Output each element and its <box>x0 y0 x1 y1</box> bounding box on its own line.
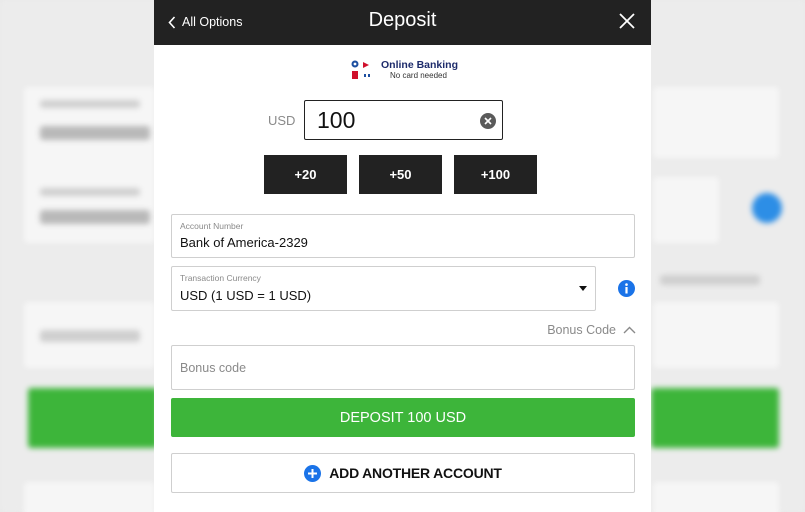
bonus-code-toggle[interactable]: Bonus Code <box>547 323 636 337</box>
bonus-code-input[interactable] <box>171 345 635 390</box>
amount-field <box>304 100 503 140</box>
transaction-currency-select[interactable]: Transaction Currency USD (1 USD = 1 USD) <box>171 266 596 311</box>
quick-amount-100-button[interactable]: +100 <box>454 155 537 194</box>
info-icon[interactable] <box>618 280 635 297</box>
account-number-field[interactable]: Account Number Bank of America-2329 <box>171 214 635 258</box>
transaction-currency-value: USD (1 USD = 1 USD) <box>180 288 312 303</box>
close-icon[interactable] <box>617 11 637 31</box>
deposit-modal: All Options Deposit Online Banking No ca… <box>154 0 651 512</box>
amount-currency-label: USD <box>268 113 296 128</box>
modal-header: All Options Deposit <box>154 0 651 45</box>
payment-method: Online Banking No card needed <box>350 58 458 82</box>
deposit-button[interactable]: DEPOSIT 100 USD <box>171 398 635 437</box>
quick-amount-50-button[interactable]: +50 <box>359 155 442 194</box>
method-name: Online Banking <box>381 58 459 71</box>
method-subtitle: No card needed <box>390 71 447 81</box>
amount-input[interactable] <box>317 105 467 135</box>
transaction-currency-label: Transaction Currency <box>180 273 261 283</box>
plus-circle-icon <box>304 464 322 482</box>
account-number-label: Account Number <box>180 221 244 231</box>
chevron-up-icon <box>623 326 636 334</box>
clear-icon[interactable] <box>480 113 496 129</box>
account-number-value: Bank of America-2329 <box>180 235 308 250</box>
quick-amount-20-button[interactable]: +20 <box>264 155 347 194</box>
caret-down-icon <box>579 286 587 291</box>
modal-title: Deposit <box>368 9 437 31</box>
bonus-code-toggle-label: Bonus Code <box>547 323 616 337</box>
add-another-account-button[interactable]: ADD ANOTHER ACCOUNT <box>171 453 635 493</box>
bank-logos-icon <box>351 60 370 79</box>
add-another-account-label: ADD ANOTHER ACCOUNT <box>329 465 502 481</box>
